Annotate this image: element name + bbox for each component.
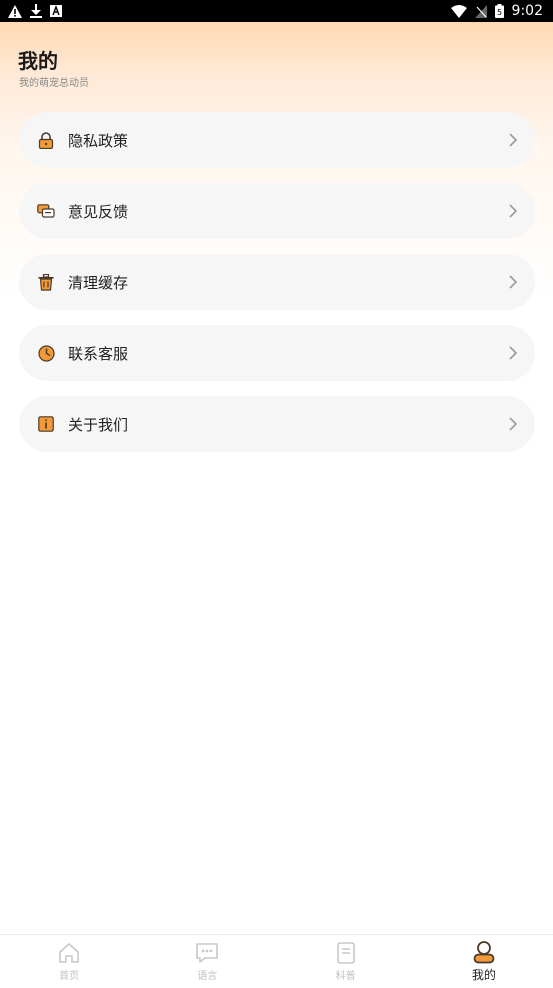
tab-mine[interactable]: 我的 <box>415 935 553 988</box>
home-icon <box>59 943 79 963</box>
status-bar-right: 5 9:02 <box>450 3 543 19</box>
page-title: 我的 <box>18 49 58 73</box>
status-bar-left <box>8 4 62 18</box>
service-icon <box>37 344 55 362</box>
bottom-tab-bar: 首页 语言 科普 我的 <box>0 934 553 988</box>
app-notification-icon <box>50 5 62 17</box>
menu-item-label: 清理缓存 <box>68 273 129 292</box>
tab-label: 科普 <box>335 971 356 982</box>
chevron-right-icon <box>509 275 518 289</box>
document-icon <box>336 942 355 964</box>
menu-item-customer-service[interactable]: 联系客服 <box>19 325 535 381</box>
chevron-right-icon <box>509 133 518 147</box>
tab-label: 首页 <box>59 971 80 982</box>
tab-home[interactable]: 首页 <box>0 935 138 988</box>
chat-icon <box>196 943 219 963</box>
wifi-icon <box>450 4 467 18</box>
status-bar: 5 9:02 <box>0 0 553 22</box>
clock: 9:02 <box>511 3 543 19</box>
trash-icon <box>37 273 55 291</box>
chevron-right-icon <box>509 204 518 218</box>
menu-item-clear-cache[interactable]: 清理缓存 <box>19 254 535 310</box>
menu-item-label: 联系客服 <box>68 344 129 363</box>
warning-icon <box>8 4 22 18</box>
page-subtitle: 我的萌宠总动员 <box>19 78 89 89</box>
chevron-right-icon <box>509 417 518 431</box>
signal-icon <box>474 4 487 18</box>
tab-label: 语言 <box>197 971 218 982</box>
menu-item-label: 隐私政策 <box>68 131 129 150</box>
settings-menu: 隐私政策 意见反馈 清理缓存 联系客服 关于我们 <box>19 112 535 467</box>
download-icon <box>30 4 42 18</box>
menu-item-feedback[interactable]: 意见反馈 <box>19 183 535 239</box>
feedback-icon <box>37 202 55 220</box>
lock-icon <box>37 131 55 149</box>
tab-science[interactable]: 科普 <box>277 935 415 988</box>
menu-item-about-us[interactable]: 关于我们 <box>19 396 535 452</box>
menu-item-label: 意见反馈 <box>68 202 129 221</box>
person-icon <box>473 941 495 964</box>
info-icon <box>37 415 55 433</box>
battery-icon: 5 <box>494 4 504 18</box>
menu-item-label: 关于我们 <box>68 415 129 434</box>
battery-level: 5 <box>497 8 502 17</box>
menu-item-privacy-policy[interactable]: 隐私政策 <box>19 112 535 168</box>
tab-language[interactable]: 语言 <box>138 935 276 988</box>
chevron-right-icon <box>509 346 518 360</box>
tab-label: 我的 <box>471 968 496 982</box>
